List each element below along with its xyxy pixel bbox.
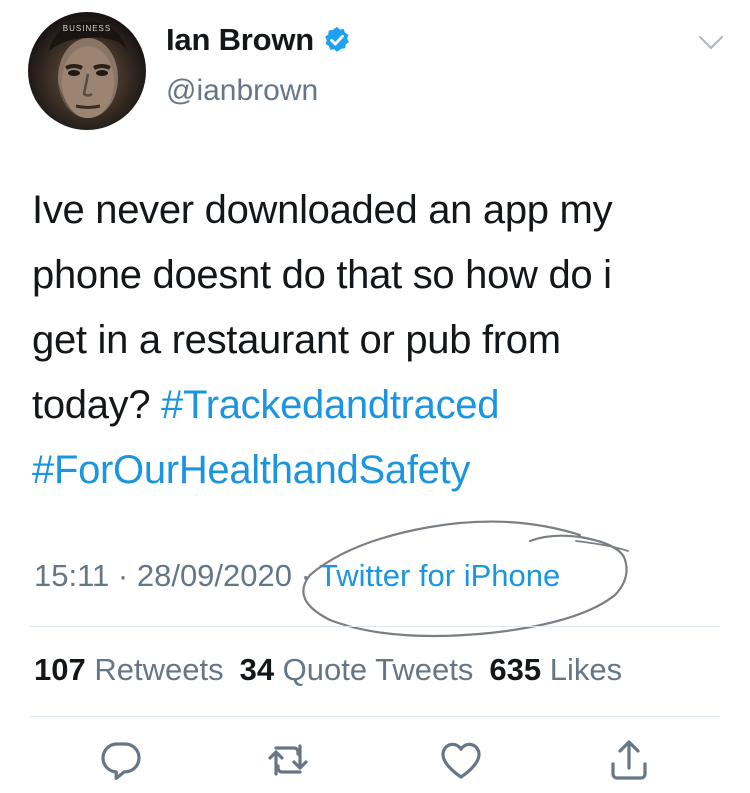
quote-tweets-count: 34 xyxy=(239,652,275,687)
meta-separator: · xyxy=(292,558,319,593)
tweet-card: BUSINESS Ian Brown @ianbrown Ive never d… xyxy=(0,0,750,793)
engagement-stats: 107 Retweets 34 Quote Tweets 635 Likes xyxy=(34,652,622,688)
reply-icon[interactable] xyxy=(97,736,145,784)
likes-stat[interactable]: 635 Likes xyxy=(489,652,622,687)
likes-label: Likes xyxy=(541,652,623,687)
avatar[interactable]: BUSINESS xyxy=(28,12,146,130)
avatar-image: BUSINESS xyxy=(48,21,128,120)
tweet-time[interactable]: 15:11 xyxy=(34,558,109,593)
quote-tweets-label: Quote Tweets xyxy=(274,652,474,687)
retweets-stat[interactable]: 107 Retweets xyxy=(34,652,224,687)
quote-tweets-stat[interactable]: 34 Quote Tweets xyxy=(240,652,474,687)
chevron-down-icon[interactable] xyxy=(698,34,724,52)
hashtag-link[interactable]: #Trackedandtraced xyxy=(161,383,499,427)
action-bar xyxy=(0,736,750,786)
tweet-date[interactable]: 28/09/2020 xyxy=(137,558,292,593)
user-handle[interactable]: @ianbrown xyxy=(166,74,318,108)
verified-badge-icon xyxy=(322,25,352,55)
meta-separator: · xyxy=(109,558,137,593)
divider xyxy=(30,626,720,627)
retweets-count: 107 xyxy=(34,652,86,687)
like-icon[interactable] xyxy=(437,736,485,784)
tweet-meta: 15:11 · 28/09/2020 · Twitter for iPhone xyxy=(34,558,560,594)
name-row: Ian Brown xyxy=(166,22,352,58)
share-icon[interactable] xyxy=(605,736,653,784)
tweet-source-link[interactable]: Twitter for iPhone xyxy=(319,558,560,593)
retweet-icon[interactable] xyxy=(264,736,312,784)
divider xyxy=(30,716,720,717)
avatar-caption: BUSINESS xyxy=(63,24,111,33)
hashtag-link[interactable]: #ForOurHealthandSafety xyxy=(32,448,470,492)
likes-count: 635 xyxy=(489,652,542,687)
tweet-text: Ive never downloaded an app my phone doe… xyxy=(32,178,722,503)
display-name[interactable]: Ian Brown xyxy=(166,22,314,58)
retweets-label: Retweets xyxy=(85,652,224,687)
